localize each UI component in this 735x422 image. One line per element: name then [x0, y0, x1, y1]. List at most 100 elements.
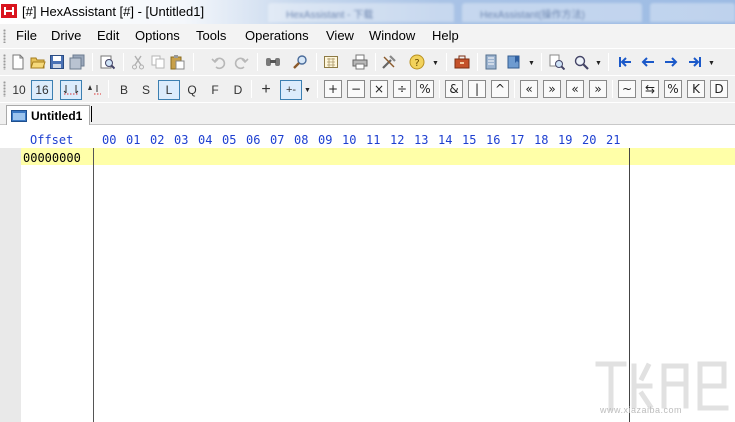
byte-order-swap-button[interactable] [85, 80, 103, 98]
undo-icon [211, 57, 226, 70]
bookmark-button[interactable] [505, 53, 523, 71]
size-long-button[interactable]: L [158, 80, 180, 100]
calculator-button[interactable] [322, 53, 340, 71]
op-shift-right-button[interactable]: » [543, 80, 561, 98]
column-number: 00 [102, 133, 117, 147]
nav-next-icon [665, 57, 678, 67]
op-not-button[interactable]: ~ [618, 80, 636, 98]
toolbar-separator [612, 80, 613, 98]
paste-button[interactable] [168, 53, 186, 71]
menu-options[interactable]: Options [135, 28, 180, 43]
nav-first-icon [619, 57, 631, 67]
help-dropdown-arrow[interactable]: ▼ [432, 60, 439, 67]
search-prev-icon [549, 54, 565, 70]
nav-next-button[interactable] [662, 53, 680, 71]
help-button[interactable]: ? [408, 53, 426, 71]
op-rotate-left-button[interactable]: « [566, 80, 584, 98]
menu-tools[interactable]: Tools [196, 28, 226, 43]
search-next-icon [574, 55, 589, 70]
column-number: 02 [150, 133, 165, 147]
column-number: 03 [174, 133, 189, 147]
find-button[interactable] [264, 53, 282, 71]
find-replace-button[interactable] [291, 53, 309, 71]
cut-button[interactable] [129, 53, 147, 71]
column-number: 10 [342, 133, 357, 147]
size-byte-button[interactable]: B [116, 80, 132, 100]
nav-prev-button[interactable] [639, 53, 657, 71]
toolbar-grip[interactable] [3, 54, 6, 70]
nav-dropdown-arrow[interactable]: ▼ [708, 60, 715, 67]
signed-dropdown-arrow[interactable]: ▼ [304, 87, 311, 94]
background-tab[interactable]: HexAssistant - 下载 [268, 3, 454, 22]
background-tab[interactable]: HexAssistant(操作方法) [462, 3, 642, 22]
tab-untitled1[interactable]: Untitled1 [6, 105, 90, 125]
notebook-button[interactable] [482, 53, 500, 71]
size-double-button[interactable]: D [230, 80, 246, 100]
menu-operations[interactable]: Operations [245, 28, 309, 43]
byte-order-button[interactable] [60, 80, 82, 100]
op-k-button[interactable]: K [687, 80, 705, 98]
new-file-button[interactable] [9, 53, 27, 71]
bookmark-dropdown-arrow[interactable]: ▼ [528, 60, 535, 67]
byte-order-swap-icon [88, 85, 101, 95]
save-all-button[interactable] [68, 53, 86, 71]
undo-button[interactable] [210, 53, 228, 71]
op-or-button[interactable]: | [468, 80, 486, 98]
nav-last-icon [689, 57, 701, 67]
column-number: 16 [486, 133, 501, 147]
save-button[interactable] [48, 53, 66, 71]
toolbox-button[interactable] [453, 53, 471, 71]
menu-help[interactable]: Help [432, 28, 459, 43]
menu-view[interactable]: View [326, 28, 354, 43]
row-gutter [0, 148, 21, 422]
background-tab[interactable] [650, 3, 735, 22]
op-shift-left-button[interactable]: « [520, 80, 538, 98]
size-quad-button[interactable]: Q [184, 80, 200, 100]
base-10-button[interactable]: 10 [9, 80, 29, 100]
window-title: [#] HexAssistant [#] - [Untitled1] [22, 4, 205, 19]
op-subtract-button[interactable]: − [347, 80, 365, 98]
op-divide-button[interactable]: ÷ [393, 80, 411, 98]
op-d-button[interactable]: D [710, 80, 728, 98]
menu-drive[interactable]: Drive [51, 28, 81, 43]
op-xor-button[interactable]: ^ [491, 80, 509, 98]
watermark-url: www.xiazaiba.com [600, 405, 683, 415]
column-number: 06 [246, 133, 261, 147]
size-short-button[interactable]: S [138, 80, 154, 100]
bookmark-icon [507, 55, 520, 69]
nav-last-button[interactable] [686, 53, 704, 71]
search-prev-button[interactable] [548, 53, 566, 71]
menu-file[interactable]: File [16, 28, 37, 43]
nav-first-button[interactable] [616, 53, 634, 71]
op-modulo-button[interactable]: % [416, 80, 434, 98]
search-dropdown-arrow[interactable]: ▼ [595, 60, 602, 67]
menu-window[interactable]: Window [369, 28, 415, 43]
base-16-button[interactable]: 16 [31, 80, 53, 100]
op-rotate-right-button[interactable]: » [589, 80, 607, 98]
op-and-button[interactable]: & [445, 80, 463, 98]
op-percent-button[interactable]: % [664, 80, 682, 98]
nav-prev-icon [641, 57, 654, 67]
menubar-grip[interactable] [3, 29, 6, 43]
tools-button[interactable] [380, 53, 398, 71]
copy-button[interactable] [149, 53, 167, 71]
toolbar-separator [123, 53, 124, 71]
signed-button[interactable]: + [256, 80, 276, 100]
column-number: 11 [366, 133, 381, 147]
menu-edit[interactable]: Edit [97, 28, 119, 43]
print-preview-button[interactable] [98, 53, 116, 71]
tab-label: Untitled1 [31, 109, 83, 123]
op-swap-button[interactable]: ⇆ [641, 80, 659, 98]
current-row-highlight[interactable] [21, 148, 735, 165]
search-next-button[interactable] [572, 53, 590, 71]
toolbar-grip[interactable] [3, 81, 6, 97]
op-add-button[interactable]: + [324, 80, 342, 98]
offset-header: Offset [30, 133, 74, 147]
print-button[interactable] [351, 53, 369, 71]
column-number: 13 [414, 133, 429, 147]
op-multiply-button[interactable]: × [370, 80, 388, 98]
signed-toggle-button[interactable]: +- [280, 80, 302, 100]
size-float-button[interactable]: F [207, 80, 223, 100]
open-file-button[interactable] [29, 53, 47, 71]
redo-button[interactable] [232, 53, 250, 71]
